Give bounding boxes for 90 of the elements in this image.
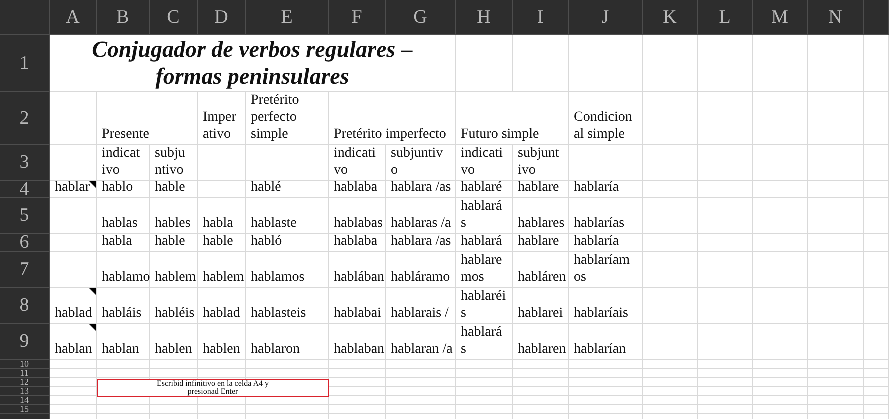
instruction-text-box[interactable]: Escribid infinitivo en la celda A4 y presionad Enter bbox=[97, 379, 329, 397]
column-header[interactable]: E bbox=[246, 0, 329, 35]
table-cell[interactable]: hablabas bbox=[329, 198, 386, 234]
row-header[interactable]: 4 bbox=[0, 181, 50, 198]
row-header[interactable]: 7 bbox=[0, 252, 50, 288]
sheet-title[interactable]: Conjugador de verbos regulares – formas peninsulares bbox=[50, 35, 456, 92]
table-cell[interactable]: hablan bbox=[97, 324, 150, 360]
row-header[interactable]: 14 bbox=[0, 396, 50, 405]
table-cell[interactable]: Imper ativo bbox=[198, 92, 246, 145]
table-cell[interactable]: hablában bbox=[329, 252, 386, 288]
table-cell[interactable]: hablarían bbox=[569, 324, 643, 360]
row-header[interactable]: 8 bbox=[0, 288, 50, 324]
table-cell[interactable]: hablo bbox=[97, 181, 150, 198]
table-cell[interactable]: hablaste bbox=[246, 198, 329, 234]
row-header[interactable]: 6 bbox=[0, 234, 50, 252]
table-cell[interactable]: hablarais / bbox=[386, 288, 456, 324]
table-cell[interactable]: hablaríais bbox=[569, 288, 643, 324]
table-cell[interactable]: hable bbox=[150, 234, 198, 252]
row-header[interactable]: 11 bbox=[0, 369, 50, 378]
table-cell[interactable]: hablara /as bbox=[386, 181, 456, 198]
row-header[interactable]: 1 bbox=[0, 35, 50, 92]
table-cell[interactable]: hablan bbox=[50, 324, 97, 360]
column-header[interactable]: G bbox=[386, 0, 456, 35]
table-cell[interactable]: hablasteis bbox=[246, 288, 329, 324]
table-cell[interactable]: hablar bbox=[50, 181, 97, 198]
table-cell[interactable]: hablad bbox=[50, 288, 97, 324]
table-cell[interactable]: hablaré bbox=[456, 181, 513, 198]
table-cell[interactable]: hablaba bbox=[329, 181, 386, 198]
table-cell[interactable]: hablara /as bbox=[386, 234, 456, 252]
column-header[interactable]: D bbox=[198, 0, 246, 35]
table-cell[interactable]: hablem bbox=[198, 252, 246, 288]
table-cell[interactable]: Condicion al simple bbox=[569, 92, 643, 145]
table-cell[interactable]: hablaron bbox=[246, 324, 329, 360]
table-cell[interactable]: Futuro simple bbox=[456, 92, 569, 145]
column-header[interactable]: K bbox=[643, 0, 698, 35]
table-cell[interactable]: hablaban bbox=[329, 324, 386, 360]
table-cell[interactable]: hablabai bbox=[329, 288, 386, 324]
table-cell[interactable]: hables bbox=[150, 198, 198, 234]
row-header[interactable]: 3 bbox=[0, 145, 50, 181]
table-cell[interactable]: hablare bbox=[513, 181, 569, 198]
column-header[interactable]: N bbox=[808, 0, 864, 35]
table-cell[interactable]: Pretérito perfecto simple bbox=[246, 92, 329, 145]
table-cell[interactable]: habláis bbox=[97, 288, 150, 324]
column-header[interactable]: C bbox=[150, 0, 198, 35]
table-cell[interactable]: hablem bbox=[150, 252, 198, 288]
table-cell[interactable]: hablaran /a bbox=[386, 324, 456, 360]
table-cell[interactable]: hablares bbox=[513, 198, 569, 234]
table-cell[interactable]: hablará s bbox=[456, 324, 513, 360]
table-cell[interactable]: Presente bbox=[97, 92, 198, 145]
table-cell[interactable]: hablaras /a bbox=[386, 198, 456, 234]
table-cell[interactable]: hablaría bbox=[569, 234, 643, 252]
row-header[interactable]: 2 bbox=[0, 92, 50, 145]
table-cell[interactable]: hablare bbox=[513, 234, 569, 252]
table-cell[interactable]: hablará bbox=[456, 234, 513, 252]
table-cell[interactable]: hablé bbox=[246, 181, 329, 198]
table-cell[interactable]: hable bbox=[150, 181, 198, 198]
table-cell[interactable]: hablamos bbox=[246, 252, 329, 288]
table-cell[interactable]: habléis bbox=[150, 288, 198, 324]
row-header[interactable]: 10 bbox=[0, 360, 50, 369]
row-header[interactable]: 9 bbox=[0, 324, 50, 360]
column-header[interactable]: I bbox=[513, 0, 569, 35]
table-cell[interactable]: hablaba bbox=[329, 234, 386, 252]
column-header[interactable]: L bbox=[698, 0, 753, 35]
table-cell[interactable]: habló bbox=[246, 234, 329, 252]
table-cell[interactable]: Pretérito imperfecto bbox=[329, 92, 456, 145]
column-header[interactable]: F bbox=[329, 0, 386, 35]
column-header[interactable]: B bbox=[97, 0, 150, 35]
table-cell[interactable]: hablen bbox=[150, 324, 198, 360]
table-cell[interactable]: hablarei bbox=[513, 288, 569, 324]
table-cell[interactable]: hablarías bbox=[569, 198, 643, 234]
column-header[interactable]: J bbox=[569, 0, 643, 35]
table-cell[interactable]: habláren bbox=[513, 252, 569, 288]
table-cell[interactable]: hablad bbox=[198, 288, 246, 324]
table-cell[interactable]: hablamo bbox=[97, 252, 150, 288]
table-cell[interactable]: hablaren bbox=[513, 324, 569, 360]
column-header[interactable]: M bbox=[753, 0, 808, 35]
table-cell[interactable]: habla bbox=[97, 234, 150, 252]
row-header[interactable]: 15 bbox=[0, 405, 50, 414]
row-header[interactable]: 12 bbox=[0, 378, 50, 387]
table-cell[interactable]: hablen bbox=[198, 324, 246, 360]
column-header[interactable]: A bbox=[50, 0, 97, 35]
table-cell[interactable]: habláramo bbox=[386, 252, 456, 288]
table-cell[interactable]: hablaría bbox=[569, 181, 643, 198]
table-cell[interactable]: hablaríam os bbox=[569, 252, 643, 288]
table-cell[interactable]: hablas bbox=[97, 198, 150, 234]
row-header[interactable]: 13 bbox=[0, 387, 50, 396]
table-cell[interactable]: habla bbox=[198, 198, 246, 234]
column-header[interactable]: H bbox=[456, 0, 513, 35]
table-cell[interactable]: hable bbox=[198, 234, 246, 252]
row-header[interactable]: 5 bbox=[0, 198, 50, 234]
